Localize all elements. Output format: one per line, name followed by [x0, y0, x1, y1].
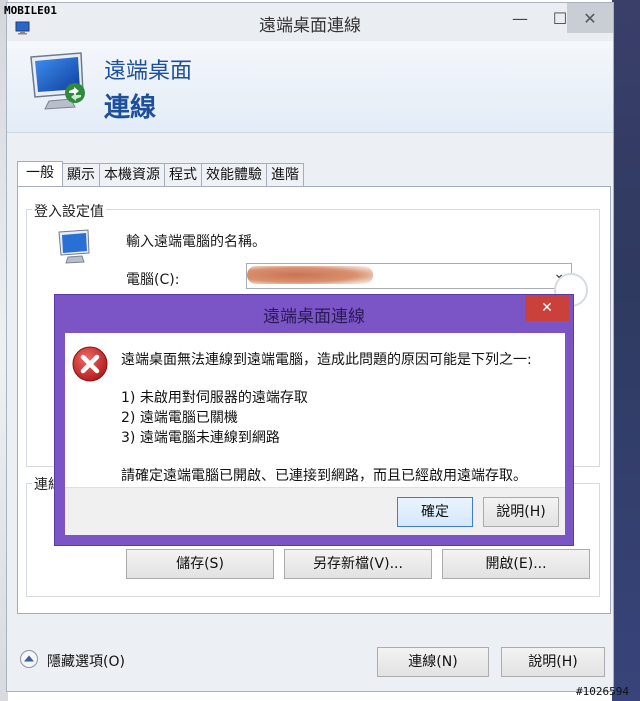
- computer-combobox[interactable]: ⌄: [246, 263, 572, 289]
- error-dialog-body: 遠端桌面無法連線到遠端電腦，造成此問題的原因可能是下列之一: 1) 未啟用對伺服…: [65, 333, 565, 487]
- collapse-up-icon[interactable]: [19, 649, 39, 669]
- error-advice: 請確定遠端電腦已開啟、已連接到網路，而且已經啟用遠端存取。: [121, 468, 527, 484]
- error-reason-1: 1) 未啟用對伺服器的遠端存取: [121, 390, 308, 406]
- error-reason-2: 2) 遠端電腦已關機: [121, 410, 238, 426]
- banner: 遠端桌面 連線: [7, 41, 613, 133]
- tab-programs[interactable]: 程式: [165, 163, 202, 187]
- error-dialog-close-button[interactable]: ✕: [525, 295, 569, 321]
- remote-desktop-monitor-icon: [30, 52, 85, 110]
- tab-strip: 一般 顯示 本機資源 程式 效能體驗 進階: [17, 161, 304, 187]
- error-message: 遠端桌面無法連線到遠端電腦，造成此問題的原因可能是下列之一:: [121, 352, 532, 368]
- tab-experience[interactable]: 效能體驗: [202, 163, 267, 187]
- save-as-button[interactable]: 另存新檔(V)...: [284, 549, 432, 579]
- connect-button[interactable]: 連線(N): [377, 647, 489, 677]
- login-settings-label: 登入設定值: [32, 201, 106, 221]
- error-help-button[interactable]: 說明(H): [483, 497, 559, 527]
- tab-general[interactable]: 一般: [17, 161, 63, 187]
- computer-prompt: 輸入遠端電腦的名稱。: [126, 234, 266, 250]
- ok-button[interactable]: 確定: [397, 497, 473, 527]
- error-dialog-title: 遠端桌面連線: [263, 307, 365, 327]
- redacted-computer-name: [247, 266, 373, 284]
- computer-icon: [58, 229, 90, 264]
- watermark-logo: MOBILE01: [4, 4, 57, 17]
- error-dialog-footer: 確定 說明(H): [65, 487, 565, 535]
- error-dialog: 遠端桌面連線 ✕ 遠端桌面無法連線到遠端電腦，造成此問題的原因可能是下列之一: …: [54, 294, 574, 546]
- help-button[interactable]: 說明(H): [501, 647, 605, 677]
- watermark-id: #1026594: [576, 685, 629, 698]
- tab-display[interactable]: 顯示: [63, 163, 100, 187]
- save-button[interactable]: 儲存(S): [126, 549, 274, 579]
- screen-bezel-right: [612, 0, 640, 701]
- banner-title-line2: 連線: [104, 93, 157, 123]
- error-reason-3: 3) 遠端電腦未連線到網路: [121, 430, 280, 446]
- title-bar[interactable]: 遠端桌面連線 — ☐ ✕: [7, 3, 613, 41]
- tab-local-resources[interactable]: 本機資源: [100, 163, 165, 187]
- hide-options-label[interactable]: 隱藏選項(O): [47, 651, 125, 671]
- tab-advanced[interactable]: 進階: [267, 163, 304, 187]
- close-button[interactable]: ✕: [567, 3, 613, 33]
- computer-field-label: 電腦(C):: [126, 272, 180, 288]
- error-icon: [72, 346, 108, 382]
- open-button[interactable]: 開啟(E)...: [442, 549, 590, 579]
- banner-title-line1: 遠端桌面: [104, 59, 193, 84]
